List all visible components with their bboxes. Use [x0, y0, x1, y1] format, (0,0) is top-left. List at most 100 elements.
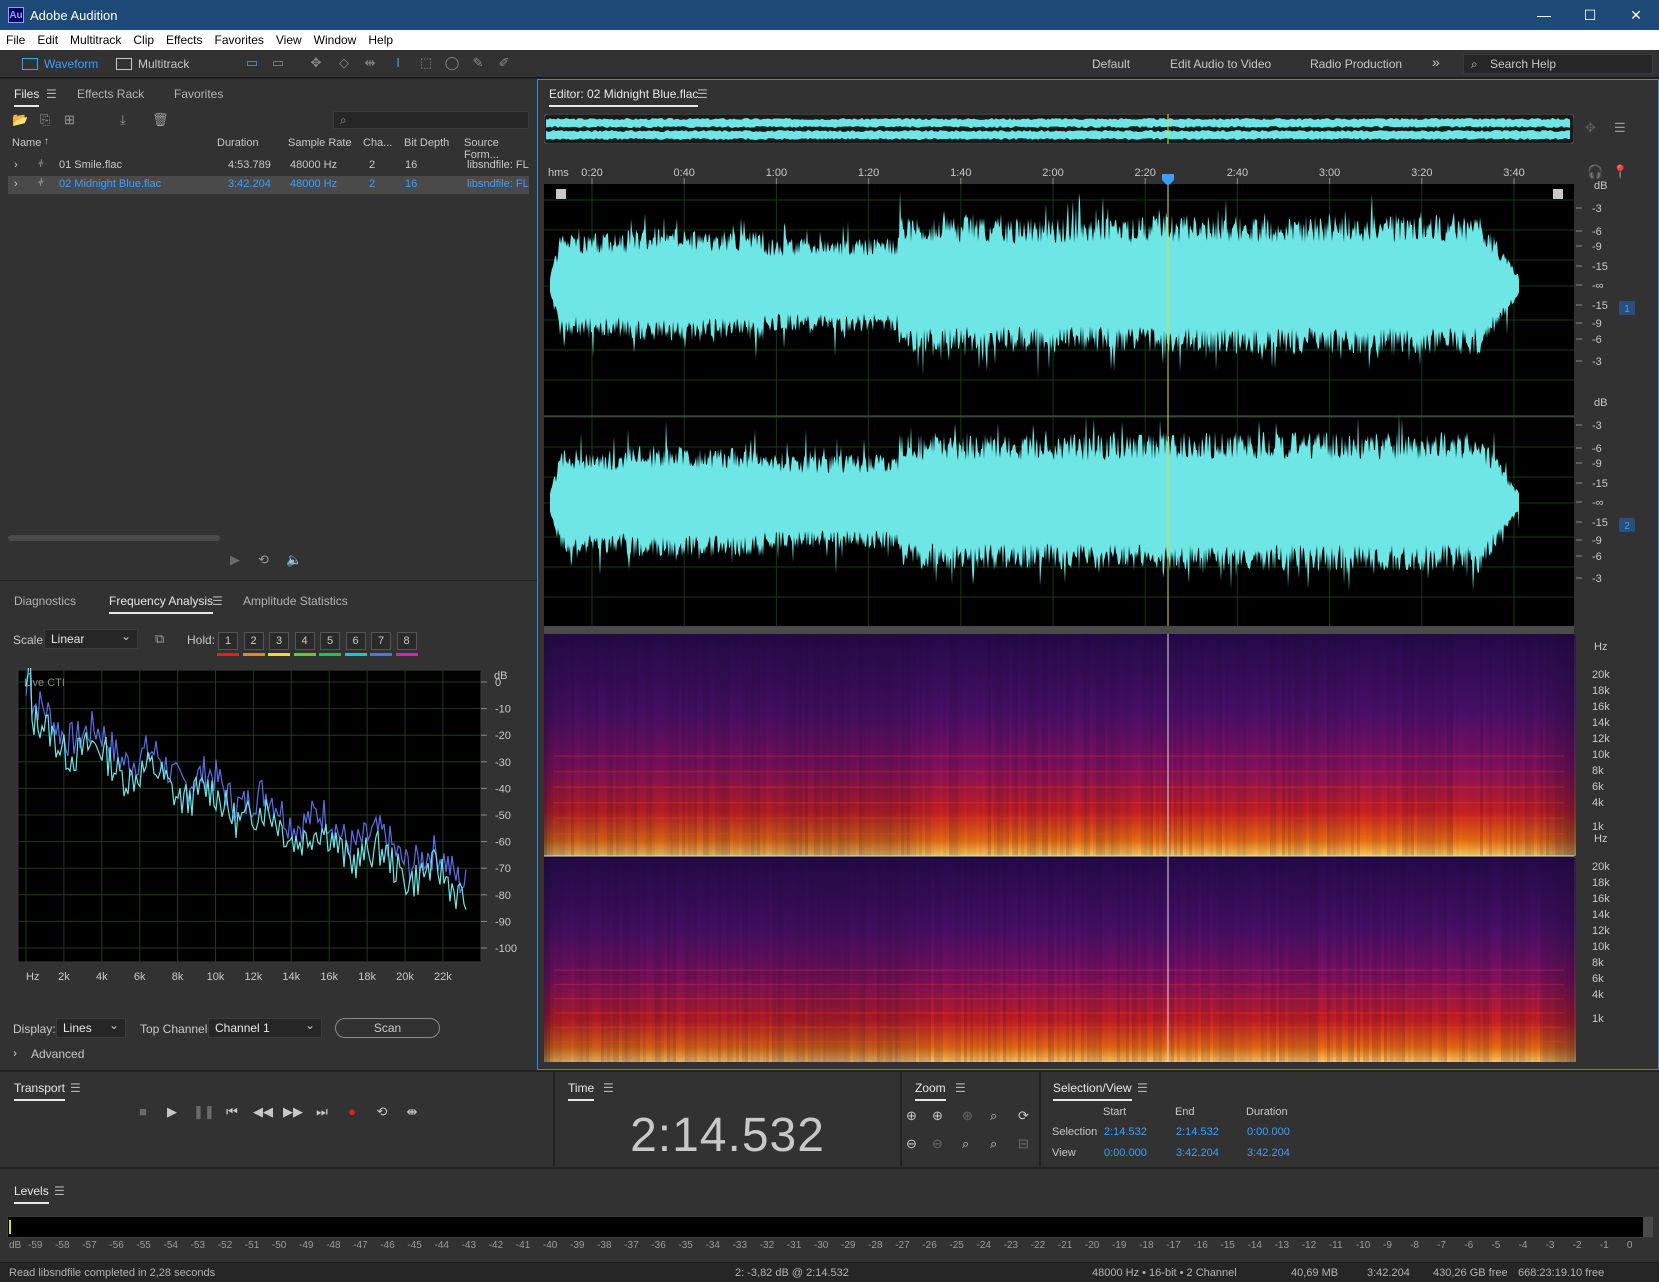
- workspace-radio-production[interactable]: Radio Production: [1310, 57, 1402, 71]
- tab-diagnostics[interactable]: Diagnostics: [14, 594, 76, 608]
- column-sample-rate[interactable]: Sample Rate: [288, 137, 352, 149]
- selection-menu-icon[interactable]: ☰: [1137, 1081, 1148, 1095]
- panel-menu-icon[interactable]: ☰: [212, 594, 223, 608]
- zoom-in-amplitude-icon[interactable]: ⊕: [906, 1108, 917, 1124]
- zoom-in-out-icon[interactable]: ⌕: [990, 1136, 997, 1152]
- zoom-lock-icon[interactable]: ⊟: [1018, 1136, 1029, 1152]
- rewind-icon[interactable]: ◀◀: [253, 1104, 273, 1120]
- marker-pin-icon[interactable]: 📍: [1612, 164, 1628, 180]
- play-preview-icon[interactable]: ▶: [230, 552, 240, 568]
- panel-menu-icon[interactable]: ☰: [46, 87, 57, 101]
- razor-tool-icon[interactable]: ◇: [336, 56, 352, 70]
- loop-preview-icon[interactable]: ⟲: [258, 552, 269, 568]
- table-row[interactable]: › ⫩ 01 Smile.flac 4:53.789 48000 Hz 2 16…: [8, 157, 529, 175]
- hold-button-5[interactable]: 5: [320, 632, 340, 650]
- menu-help[interactable]: Help: [362, 33, 399, 47]
- loop-playback-icon[interactable]: ⟲: [373, 1104, 391, 1120]
- column-name[interactable]: Name: [12, 137, 41, 149]
- levels-menu-icon[interactable]: ☰: [54, 1184, 65, 1198]
- zoom-out-amplitude-icon[interactable]: ⊖: [906, 1136, 917, 1152]
- clip-indicator[interactable]: [1643, 1217, 1653, 1237]
- table-row[interactable]: › ⫩ 02 Midnight Blue.flac 3:42.204 48000…: [8, 176, 529, 194]
- multitrack-view-button[interactable]: Multitrack: [116, 54, 189, 74]
- menu-edit[interactable]: Edit: [31, 33, 64, 47]
- time-menu-icon[interactable]: ☰: [603, 1081, 614, 1095]
- brush-tool-icon[interactable]: ✎: [470, 56, 486, 70]
- time-display[interactable]: 2:14.532: [555, 1108, 900, 1163]
- skip-selection-icon[interactable]: ⇼: [403, 1104, 421, 1120]
- zoom-out-full-icon[interactable]: ⌕: [962, 1136, 969, 1152]
- marquee-tool-icon[interactable]: ⬚: [418, 56, 434, 70]
- time-selection-tool-icon[interactable]: Ι: [390, 56, 406, 70]
- view-end-field[interactable]: 3:42.204: [1176, 1147, 1219, 1159]
- zoom-to-selection-icon[interactable]: ⊛: [962, 1108, 973, 1124]
- play-icon[interactable]: ▶: [163, 1104, 181, 1120]
- menu-favorites[interactable]: Favorites: [209, 33, 270, 47]
- minimize-icon[interactable]: —: [1521, 0, 1567, 30]
- healing-brush-icon[interactable]: ✐: [496, 56, 512, 70]
- pause-icon[interactable]: ❚❚: [193, 1104, 215, 1120]
- menu-view[interactable]: View: [270, 33, 308, 47]
- import-file-icon[interactable]: ⎘: [40, 112, 50, 128]
- zoom-out-time-icon[interactable]: ⊖: [932, 1136, 943, 1152]
- zoom-in-time-icon[interactable]: ⊕: [932, 1108, 943, 1124]
- hold-button-6[interactable]: 6: [345, 632, 366, 650]
- editor-options-icon[interactable]: ☰: [1614, 120, 1626, 136]
- selection-start-field[interactable]: 2:14.532: [1104, 1126, 1147, 1138]
- freeze-graph-icon[interactable]: ⧉: [155, 631, 164, 647]
- files-filter-input[interactable]: ⌕: [333, 111, 529, 129]
- delete-icon[interactable]: 🗑: [152, 112, 169, 128]
- hold-button-1[interactable]: 1: [218, 632, 238, 650]
- more-workspaces-icon[interactable]: »: [1432, 54, 1440, 70]
- overview-bar[interactable]: [544, 114, 1574, 144]
- close-icon[interactable]: ✕: [1613, 0, 1659, 30]
- workspace-default[interactable]: Default: [1092, 57, 1130, 71]
- stop-icon[interactable]: ■: [134, 1104, 152, 1119]
- workspace-edit-audio-to-video[interactable]: Edit Audio to Video: [1170, 57, 1271, 71]
- scan-button[interactable]: Scan: [335, 1018, 440, 1038]
- scale-dropdown[interactable]: Linear: [44, 627, 138, 649]
- tab-favorites[interactable]: Favorites: [174, 87, 223, 101]
- display-dropdown[interactable]: Lines: [56, 1016, 126, 1038]
- selection-duration-field[interactable]: 0:00.000: [1247, 1126, 1290, 1138]
- hold-button-8[interactable]: 8: [396, 632, 417, 650]
- tab-files[interactable]: Files: [14, 87, 40, 107]
- insert-into-multitrack-icon[interactable]: ⤓: [120, 112, 126, 128]
- view-duration-field[interactable]: 3:42.204: [1247, 1147, 1290, 1159]
- fast-forward-icon[interactable]: ▶▶: [283, 1104, 303, 1120]
- editor-menu-icon[interactable]: ☰: [697, 87, 708, 101]
- tab-amplitude-statistics[interactable]: Amplitude Statistics: [243, 594, 348, 608]
- menu-file[interactable]: File: [0, 33, 31, 47]
- open-file-icon[interactable]: 📂: [12, 112, 28, 128]
- zoom-menu-icon[interactable]: ☰: [955, 1081, 966, 1095]
- pitch-display-icon[interactable]: ▭: [270, 56, 286, 70]
- hold-button-7[interactable]: 7: [371, 632, 391, 650]
- zoom-reset-icon[interactable]: ⟳: [1018, 1108, 1029, 1124]
- slip-tool-icon[interactable]: ⇹: [362, 56, 378, 70]
- advanced-chevron-icon[interactable]: ›: [13, 1046, 17, 1060]
- column-bit-depth[interactable]: Bit Depth: [404, 137, 449, 149]
- autoplay-speaker-icon[interactable]: 🔈: [286, 552, 302, 568]
- move-to-previous-icon[interactable]: ⏮: [223, 1104, 241, 1120]
- column-duration[interactable]: Duration: [217, 137, 259, 149]
- channel-1-badge-label[interactable]: 1: [1624, 304, 1630, 315]
- menu-multitrack[interactable]: Multitrack: [64, 33, 127, 47]
- search-help-input[interactable]: ⌕ Search Help: [1463, 54, 1653, 74]
- menu-window[interactable]: Window: [308, 33, 363, 47]
- view-start-field[interactable]: 0:00.000: [1104, 1147, 1147, 1159]
- menu-effects[interactable]: Effects: [160, 33, 208, 47]
- waveform-view-button[interactable]: Waveform: [22, 54, 98, 74]
- zoom-in-point-icon[interactable]: ⌕: [990, 1108, 997, 1124]
- expand-chevron-icon[interactable]: ›: [14, 159, 18, 171]
- waveform-editor[interactable]: hms 0:20 0:40 1:00 1:20 1:40 2:00 2:20 2:40 3:00 3…: [544, 160, 1654, 1062]
- expand-chevron-icon[interactable]: ›: [14, 178, 18, 190]
- top-channel-dropdown[interactable]: Channel 1: [208, 1016, 322, 1038]
- headphones-icon[interactable]: 🎧: [1587, 164, 1603, 180]
- maximize-icon[interactable]: ☐: [1567, 0, 1613, 30]
- hold-button-2[interactable]: 2: [243, 632, 264, 650]
- move-tool-icon[interactable]: ✥: [308, 56, 324, 70]
- transport-menu-icon[interactable]: ☰: [70, 1081, 81, 1095]
- hold-button-4[interactable]: 4: [294, 632, 315, 650]
- tab-effects-rack[interactable]: Effects Rack: [77, 87, 144, 101]
- menu-clip[interactable]: Clip: [127, 33, 160, 47]
